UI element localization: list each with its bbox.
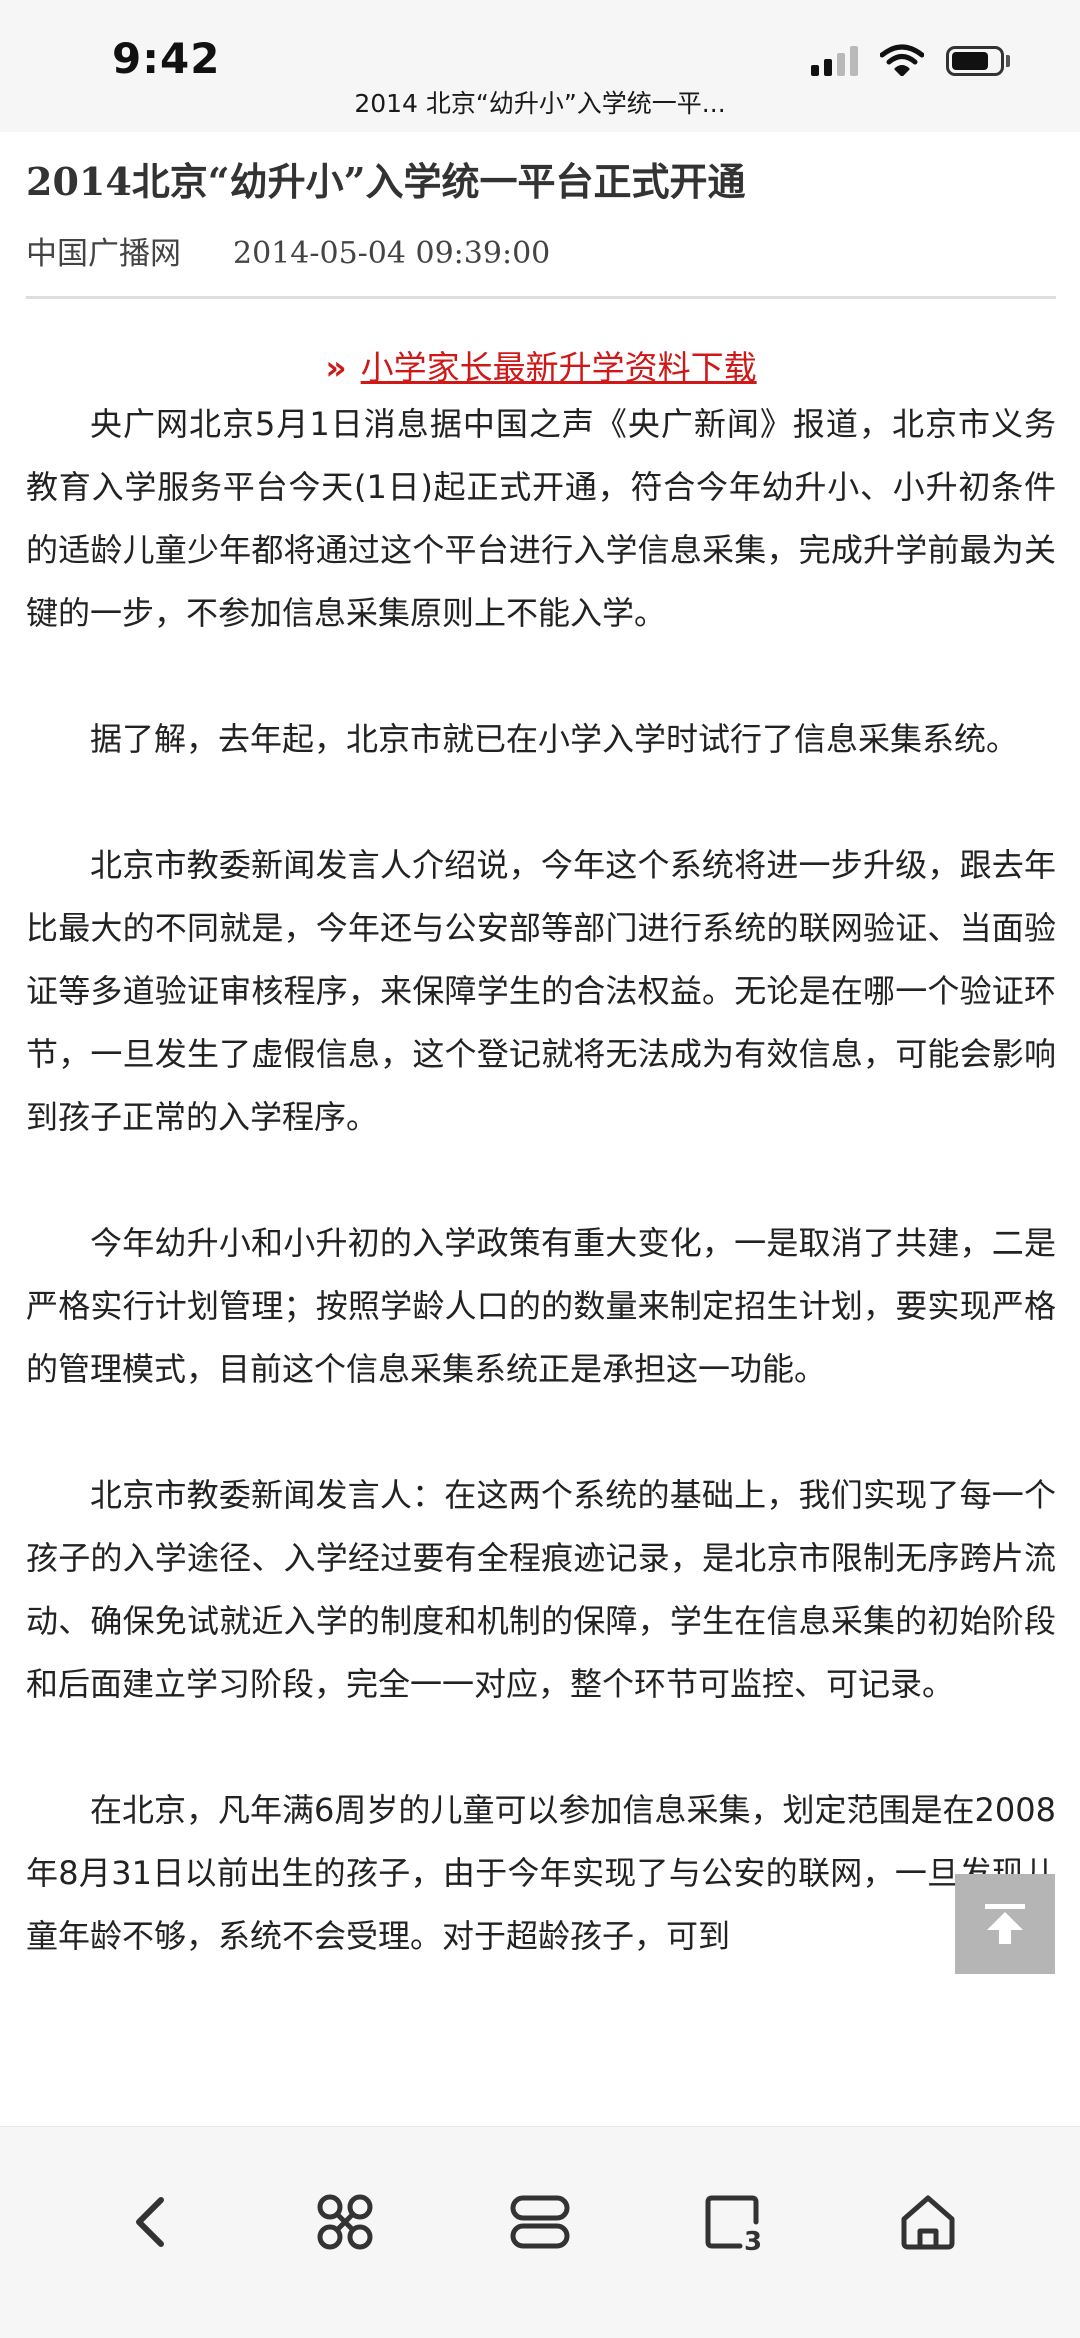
- back-to-top-button[interactable]: [955, 1874, 1055, 1974]
- promo-link[interactable]: 小学家长最新升学资料下载: [361, 348, 757, 387]
- article-paragraph: 据了解，去年起，北京市就已在小学入学时试行了信息采集系统。: [90, 720, 1019, 758]
- article-title: 2014北京“幼升小”入学统一平台正式开通: [26, 159, 746, 204]
- home-icon: [901, 2195, 955, 2250]
- article: 2014北京“幼升小”入学统一平台正式开通 中国广播网 2014-05-04 0…: [26, 132, 1056, 2132]
- divider: [26, 296, 1056, 299]
- menu-button[interactable]: [310, 2187, 380, 2257]
- tab-count-button[interactable]: 3: [700, 2187, 770, 2257]
- status-icons: [811, 44, 1010, 76]
- chevron-left-icon: [136, 2197, 164, 2247]
- battery-icon: [946, 46, 1010, 76]
- article-paragraph: 央广网北京5月1日消息据中国之声《央广新闻》报道，北京市义务教育入学服务平台今天…: [26, 405, 1056, 632]
- tabs-button[interactable]: [505, 2187, 575, 2257]
- article-date: 2014-05-04 09:39:00: [233, 236, 551, 271]
- home-button[interactable]: [893, 2187, 963, 2257]
- bottom-nav-bar: 3: [0, 2126, 1080, 2338]
- back-button[interactable]: [116, 2187, 186, 2257]
- article-paragraph: 今年幼升小和小升初的入学政策有重大变化，一是取消了共建，二是严格实行计划管理；按…: [26, 1224, 1056, 1388]
- status-time: 9:42: [112, 34, 221, 83]
- tab-count-icon: 3: [705, 2195, 762, 2252]
- tabs-icon: [510, 2195, 570, 2249]
- article-paragraph: 北京市教委新闻发言人介绍说，今年这个系统将进一步升级，跟去年比最大的不同就是，今…: [26, 846, 1056, 1136]
- article-meta: 中国广播网 2014-05-04 09:39:00: [26, 230, 1056, 278]
- article-paragraph: 在北京，凡年满6周岁的儿童可以参加信息采集，划定范围是在2008年8月31日以前…: [26, 1791, 1056, 1955]
- article-source: 中国广播网: [26, 236, 181, 272]
- page-url[interactable]: 2014 北京“幼升小”入学统一平...: [0, 84, 1080, 120]
- command-icon: [317, 2194, 373, 2250]
- double-arrow-icon: »: [325, 348, 346, 387]
- promo: » 小学家长最新升学资料下载: [26, 343, 1056, 393]
- wifi-icon: [880, 44, 924, 76]
- back-to-top-icon: [985, 1904, 1025, 1944]
- tab-count: 3: [744, 2227, 762, 2252]
- signal-icon: [811, 46, 858, 76]
- article-paragraph: 北京市教委新闻发言人：在这两个系统的基础上，我们实现了每一个孩子的入学途径、入学…: [26, 1476, 1056, 1703]
- status-bar: 9:42 2014 北京“幼升小”入学统一平...: [0, 0, 1080, 132]
